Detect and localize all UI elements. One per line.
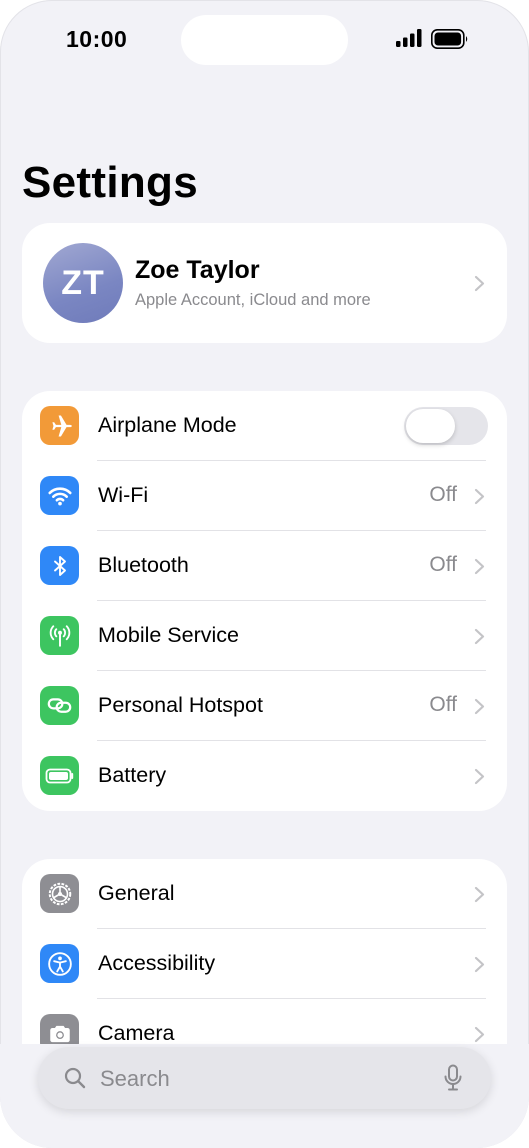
profile-subtitle: Apple Account, iCloud and more: [135, 291, 371, 309]
personal-hotspot-value: Off: [429, 693, 457, 716]
bluetooth-label: Bluetooth: [98, 553, 189, 577]
search-placeholder: Search: [100, 1066, 170, 1091]
settings-row-wifi[interactable]: Wi-Fi Off: [22, 461, 507, 531]
phone-screen: 10:00 Settings ZT Zoe Taylor Apple Accou…: [0, 0, 529, 1148]
settings-row-bluetooth[interactable]: Bluetooth Off: [22, 531, 507, 601]
settings-row-airplane-mode: Airplane Mode: [22, 391, 507, 461]
chevron-right-icon: [474, 558, 485, 575]
avatar: ZT: [43, 243, 123, 323]
antenna-icon: [40, 616, 79, 655]
bluetooth-icon: [40, 546, 79, 585]
wifi-label: Wi-Fi: [98, 483, 149, 507]
chevron-right-icon: [474, 768, 485, 785]
bluetooth-value: Off: [429, 553, 457, 576]
battery-label: Battery: [98, 763, 167, 787]
profile-name: Zoe Taylor: [135, 256, 260, 284]
chevron-right-icon: [474, 628, 485, 645]
toggle-knob: [406, 409, 455, 443]
connectivity-group: Airplane Mode Wi-Fi Off Bluetooth Off Mo…: [22, 391, 507, 811]
chevron-right-icon: [474, 886, 485, 903]
airplane-mode-label: Airplane Mode: [98, 413, 237, 437]
dynamic-island: [181, 15, 348, 65]
wifi-icon: [40, 476, 79, 515]
hotspot-link-icon: [40, 686, 79, 725]
general-label: General: [98, 881, 175, 905]
mobile-service-label: Mobile Service: [98, 623, 239, 647]
page-title: Settings: [22, 158, 198, 207]
settings-row-general[interactable]: General: [22, 859, 507, 929]
airplane-mode-toggle[interactable]: [404, 407, 488, 445]
apple-account-card[interactable]: ZT Zoe Taylor Apple Account, iCloud and …: [22, 223, 507, 343]
accessibility-icon: [40, 944, 79, 983]
status-time: 10:00: [66, 26, 128, 52]
chevron-right-icon: [474, 1026, 485, 1043]
battery-icon: [40, 756, 79, 795]
settings-row-personal-hotspot[interactable]: Personal Hotspot Off: [22, 671, 507, 741]
settings-row-accessibility[interactable]: Accessibility: [22, 929, 507, 999]
status-bar: 10:00: [0, 0, 529, 80]
microphone-icon[interactable]: [443, 1064, 463, 1092]
search-bar[interactable]: Search: [38, 1047, 491, 1109]
chevron-right-icon: [474, 956, 485, 973]
chevron-right-icon: [474, 698, 485, 715]
personal-hotspot-label: Personal Hotspot: [98, 693, 263, 717]
wifi-value: Off: [429, 483, 457, 506]
signal-icon: [396, 29, 422, 47]
chevron-right-icon: [474, 275, 485, 292]
accessibility-label: Accessibility: [98, 951, 216, 975]
battery-status-icon: [431, 29, 468, 49]
settings-row-mobile-service[interactable]: Mobile Service: [22, 601, 507, 671]
gear-icon: [40, 874, 79, 913]
camera-label: Camera: [98, 1021, 175, 1045]
settings-row-battery[interactable]: Battery: [22, 741, 507, 811]
chevron-right-icon: [474, 488, 485, 505]
search-icon: [64, 1067, 86, 1089]
airplane-icon: [40, 406, 79, 445]
